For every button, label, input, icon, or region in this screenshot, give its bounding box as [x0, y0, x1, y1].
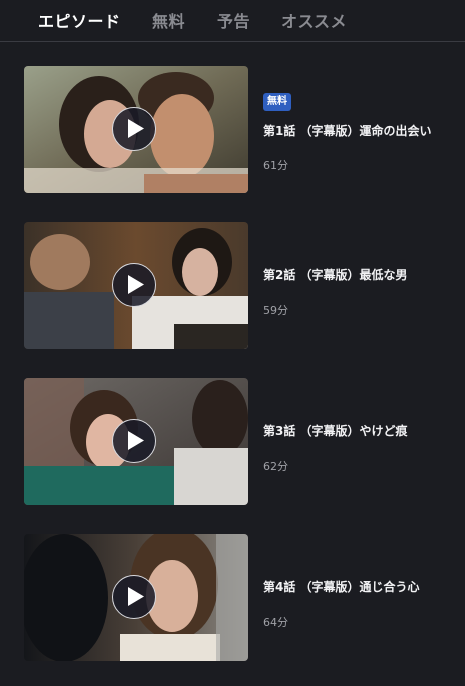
- tab-recommended[interactable]: オススメ: [281, 8, 347, 32]
- episode-list-panel: エピソード 無料 予告 オススメ 無料 第1話 （字幕版）運命の出会い 61分 …: [0, 0, 465, 686]
- episode-title[interactable]: 第4話 （字幕版）通じ合う心: [263, 578, 420, 595]
- episode-item-4[interactable]: 第4話 （字幕版）通じ合う心 64分: [0, 534, 465, 662]
- play-button[interactable]: [112, 419, 156, 463]
- play-button[interactable]: [112, 575, 156, 619]
- episode-thumbnail[interactable]: [24, 378, 248, 505]
- play-icon: [128, 119, 144, 138]
- tab-trailer[interactable]: 予告: [217, 8, 250, 32]
- episode-duration: 64分: [263, 616, 288, 629]
- episode-thumbnail[interactable]: [24, 534, 248, 661]
- episode-duration: 59分: [263, 304, 288, 317]
- episode-duration: 62分: [263, 460, 288, 473]
- episode-item-2[interactable]: 第2話 （字幕版）最低な男 59分: [0, 222, 465, 350]
- play-button[interactable]: [112, 107, 156, 151]
- episode-item-3[interactable]: 第3話 （字幕版）やけど痕 62分: [0, 378, 465, 506]
- episode-thumbnail[interactable]: [24, 66, 248, 193]
- play-icon: [128, 431, 144, 450]
- episode-title[interactable]: 第1話 （字幕版）運命の出会い: [263, 122, 432, 139]
- free-badge: 無料: [263, 93, 291, 111]
- play-icon: [128, 275, 144, 294]
- episode-duration: 61分: [263, 159, 288, 172]
- episode-title[interactable]: 第2話 （字幕版）最低な男: [263, 266, 408, 283]
- episode-item-1[interactable]: 無料 第1話 （字幕版）運命の出会い 61分: [0, 66, 465, 194]
- play-icon: [128, 587, 144, 606]
- tab-bar: エピソード 無料 予告 オススメ: [0, 0, 465, 42]
- play-button[interactable]: [112, 263, 156, 307]
- tab-episodes[interactable]: エピソード: [38, 8, 121, 32]
- episode-title[interactable]: 第3話 （字幕版）やけど痕: [263, 422, 408, 439]
- episode-thumbnail[interactable]: [24, 222, 248, 349]
- tab-free[interactable]: 無料: [152, 8, 185, 32]
